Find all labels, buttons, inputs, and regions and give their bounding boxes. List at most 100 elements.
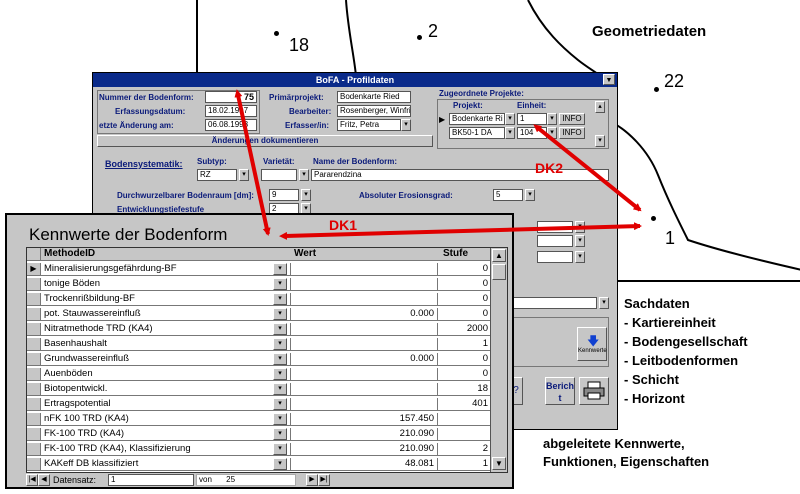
print-button[interactable] — [579, 377, 609, 405]
methode-cell[interactable]: nFK 100 TRD (KA4) — [42, 413, 272, 425]
methode-dropdown[interactable]: ▾ — [273, 458, 287, 470]
info-button[interactable]: INFO — [559, 113, 585, 125]
wert-cell[interactable] — [290, 398, 438, 410]
stufe-cell[interactable]: 1 — [439, 338, 491, 350]
wert-cell[interactable]: 0.000 — [290, 308, 438, 320]
row-selector[interactable] — [27, 458, 41, 470]
window-menu-button[interactable]: ▼ — [603, 74, 615, 85]
lower-combo-dropdown[interactable]: ▾ — [599, 297, 609, 309]
table-row[interactable]: FK-100 TRD (KA4) ▾ 210.090 — [27, 428, 491, 441]
stufe-cell[interactable]: 18 — [439, 383, 491, 395]
methode-cell[interactable]: Nitratmethode TRD (KA4) — [42, 323, 272, 335]
methode-dropdown[interactable]: ▾ — [273, 443, 287, 455]
wert-cell[interactable] — [290, 263, 438, 275]
subtyp-dropdown[interactable]: ▾ — [239, 169, 249, 181]
methode-dropdown[interactable]: ▾ — [273, 368, 287, 380]
varietaet-dropdown[interactable]: ▾ — [299, 169, 309, 181]
extra-dropdown-2[interactable]: ▾ — [575, 235, 585, 247]
map-point-18[interactable] — [274, 31, 279, 36]
stufe-cell[interactable]: 0 — [439, 308, 491, 320]
table-row[interactable]: Ertragspotential ▾ 401 — [27, 398, 491, 411]
stufe-cell[interactable]: 0 — [439, 263, 491, 275]
row-selector[interactable] — [27, 353, 41, 365]
stufe-cell[interactable]: 0 — [439, 293, 491, 305]
row-selector[interactable]: ▶ — [27, 263, 41, 275]
row-selector[interactable] — [27, 308, 41, 320]
table-row[interactable]: Auenböden ▾ 0 — [27, 368, 491, 381]
methode-cell[interactable]: Ertragspotential — [42, 398, 272, 410]
durchwurzelbar-dropdown[interactable]: ▾ — [301, 189, 311, 201]
table-row[interactable]: KAKeff DB klassifiziert ▾ 48.081 1 — [27, 458, 491, 471]
scroll-up-button[interactable]: ▲ — [492, 249, 506, 262]
project-einheit-field[interactable]: 104 — [517, 127, 547, 139]
erosionsgrad-dropdown[interactable]: ▾ — [525, 189, 535, 201]
map-point-1[interactable] — [651, 216, 656, 221]
methode-cell[interactable]: tonige Böden — [42, 278, 272, 290]
extra-dropdown-1[interactable]: ▾ — [575, 221, 585, 233]
last-record-button[interactable]: ▶| — [318, 474, 330, 486]
methode-cell[interactable]: Basenhaushalt — [42, 338, 272, 350]
methode-cell[interactable]: KAKeff DB klassifiziert — [42, 458, 272, 470]
map-point-22[interactable] — [654, 87, 659, 92]
scroll-thumb[interactable] — [492, 264, 506, 280]
stufe-cell[interactable]: 0 — [439, 353, 491, 365]
erosionsgrad-field[interactable]: 5 — [493, 189, 523, 201]
row-selector[interactable] — [27, 338, 41, 350]
record-selector[interactable]: ▶ — [439, 115, 445, 124]
erfasser-dropdown[interactable]: ▾ — [401, 119, 411, 131]
einheit-dropdown[interactable]: ▾ — [547, 113, 557, 125]
table-row[interactable]: Biotopentwickl. ▾ 18 — [27, 383, 491, 396]
stufe-cell[interactable]: 401 — [439, 398, 491, 410]
bearbeiter-field[interactable]: Rosenberger, Winfrie — [337, 105, 411, 117]
extra-dropdown-3[interactable]: ▾ — [575, 251, 585, 263]
wert-cell[interactable]: 157.450 — [290, 413, 438, 425]
project-einheit-field[interactable]: 1 — [517, 113, 547, 125]
row-selector[interactable] — [27, 443, 41, 455]
methode-cell[interactable]: Mineralisierungsgefährdung-BF — [42, 263, 272, 275]
subtyp-field[interactable]: RZ — [197, 169, 237, 181]
extra-field-2[interactable] — [537, 235, 573, 247]
map-point-2[interactable] — [417, 35, 422, 40]
methode-dropdown[interactable]: ▾ — [273, 308, 287, 320]
methode-cell[interactable]: Trockenrißbildung-BF — [42, 293, 272, 305]
table-row[interactable]: pot. Stauwassereinfluß ▾ 0.000 0 — [27, 308, 491, 321]
table-row[interactable]: FK-100 TRD (KA4), Klassifizierung ▾ 210.09… — [27, 443, 491, 456]
erfassungsdatum-field[interactable]: 18.02.1997 — [205, 105, 257, 117]
methode-cell[interactable]: FK-100 TRD (KA4) — [42, 428, 272, 440]
methode-dropdown[interactable]: ▾ — [273, 338, 287, 350]
previous-record-button[interactable]: ◀ — [38, 474, 50, 486]
wert-cell[interactable]: 210.090 — [290, 428, 438, 440]
methode-cell[interactable]: FK-100 TRD (KA4), Klassifizierung — [42, 443, 272, 455]
record-number-field[interactable]: 1 — [108, 474, 194, 486]
wert-cell[interactable] — [290, 383, 438, 395]
table-row[interactable]: Trockenrißbildung-BF ▾ 0 — [27, 293, 491, 306]
wert-cell[interactable]: 48.081 — [290, 458, 438, 470]
methode-dropdown[interactable]: ▾ — [273, 383, 287, 395]
letzte-aenderung-field[interactable]: 06.08.1998 — [205, 119, 257, 131]
stufe-cell[interactable]: 1 — [439, 458, 491, 470]
stufe-cell[interactable]: 2 — [439, 443, 491, 455]
methode-cell[interactable]: pot. Stauwassereinfluß — [42, 308, 272, 320]
kennwerte-button[interactable]: 🡇 Kennwerte — [577, 327, 607, 361]
info-button[interactable]: INFO — [559, 127, 585, 139]
bericht-button[interactable]: Bericht — [545, 377, 575, 405]
stufe-cell[interactable] — [439, 428, 491, 440]
table-vertical-scrollbar[interactable]: ▲ ▼ — [490, 248, 507, 472]
row-selector[interactable] — [27, 398, 41, 410]
methode-dropdown[interactable]: ▾ — [273, 323, 287, 335]
methode-dropdown[interactable]: ▾ — [273, 398, 287, 410]
lower-combo-field[interactable] — [513, 297, 597, 309]
wert-cell[interactable] — [290, 368, 438, 380]
wert-cell[interactable]: 0.000 — [290, 353, 438, 365]
stufe-cell[interactable] — [439, 413, 491, 425]
extra-field-3[interactable] — [537, 251, 573, 263]
wert-cell[interactable] — [290, 278, 438, 290]
table-row[interactable]: ▶ Mineralisierungsgefährdung-BF ▾ 0 — [27, 263, 491, 276]
row-selector[interactable] — [27, 278, 41, 290]
wert-cell[interactable] — [290, 338, 438, 350]
nummer-field[interactable]: 75 — [205, 91, 257, 103]
methode-dropdown[interactable]: ▾ — [273, 353, 287, 365]
varietaet-field[interactable] — [261, 169, 297, 181]
durchwurzelbar-field[interactable]: 9 — [269, 189, 299, 201]
erfasser-field[interactable]: Fritz, Petra — [337, 119, 401, 131]
